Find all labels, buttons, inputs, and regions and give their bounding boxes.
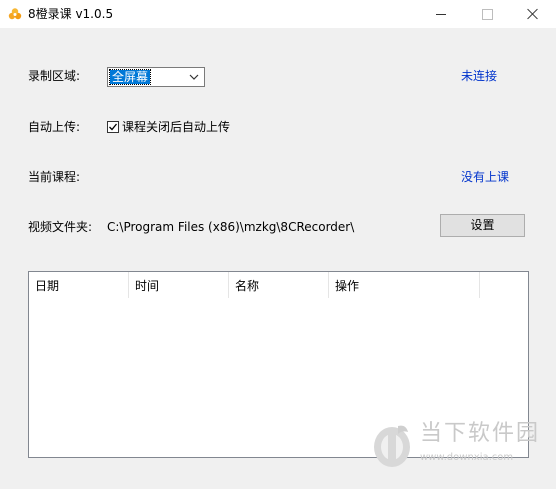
auto-upload-checkbox-label[interactable]: 课程关闭后自动上传 bbox=[122, 119, 230, 135]
maximize-button[interactable] bbox=[464, 0, 510, 28]
course-status-link[interactable]: 没有上课 bbox=[461, 169, 509, 185]
watermark-url: www.downxia.com bbox=[420, 452, 514, 463]
watermark-logo-icon bbox=[374, 425, 410, 467]
current-course-label: 当前课程: bbox=[28, 170, 81, 184]
chevron-down-icon bbox=[189, 74, 199, 80]
connection-status-link[interactable]: 未连接 bbox=[461, 68, 497, 84]
column-header-time[interactable]: 时间 bbox=[129, 272, 229, 298]
settings-button[interactable]: 设置 bbox=[440, 214, 525, 237]
column-header-date[interactable]: 日期 bbox=[29, 272, 129, 298]
window-title: 8橙录课 v1.0.5 bbox=[28, 7, 114, 21]
video-folder-path: C:\Program Files (x86)\mzkg\8CRecorder\ bbox=[107, 220, 355, 234]
close-button[interactable] bbox=[510, 0, 556, 28]
auto-upload-checkbox[interactable]: 课程关闭后自动上传 bbox=[107, 119, 230, 135]
orange-logo-icon bbox=[8, 8, 22, 20]
auto-upload-label: 自动上传: bbox=[28, 120, 81, 134]
video-folder-label: 视频文件夹: bbox=[28, 220, 93, 234]
watermark-title: 当下软件园 bbox=[420, 421, 541, 446]
maximize-icon bbox=[481, 8, 493, 20]
record-area-value: 全屏幕 bbox=[108, 69, 152, 85]
column-header-name[interactable]: 名称 bbox=[229, 272, 329, 298]
list-header: 日期 时间 名称 操作 bbox=[29, 272, 528, 298]
watermark: 当下软件园 www.downxia.com bbox=[370, 420, 550, 472]
close-icon bbox=[527, 8, 539, 20]
column-header-action[interactable]: 操作 bbox=[329, 272, 480, 298]
checkmark-icon bbox=[109, 123, 118, 131]
checkbox-box[interactable] bbox=[107, 121, 119, 133]
app-window: 8橙录课 v1.0.5 录制区域: 全屏幕 未连接 自动上传: 课程关闭后自动上… bbox=[0, 0, 556, 489]
record-area-select[interactable]: 全屏幕 bbox=[107, 67, 205, 87]
minimize-button[interactable] bbox=[418, 0, 464, 28]
minimize-icon bbox=[436, 13, 446, 15]
title-bar: 8橙录课 v1.0.5 bbox=[0, 0, 556, 28]
record-area-label: 录制区域: bbox=[28, 69, 81, 83]
